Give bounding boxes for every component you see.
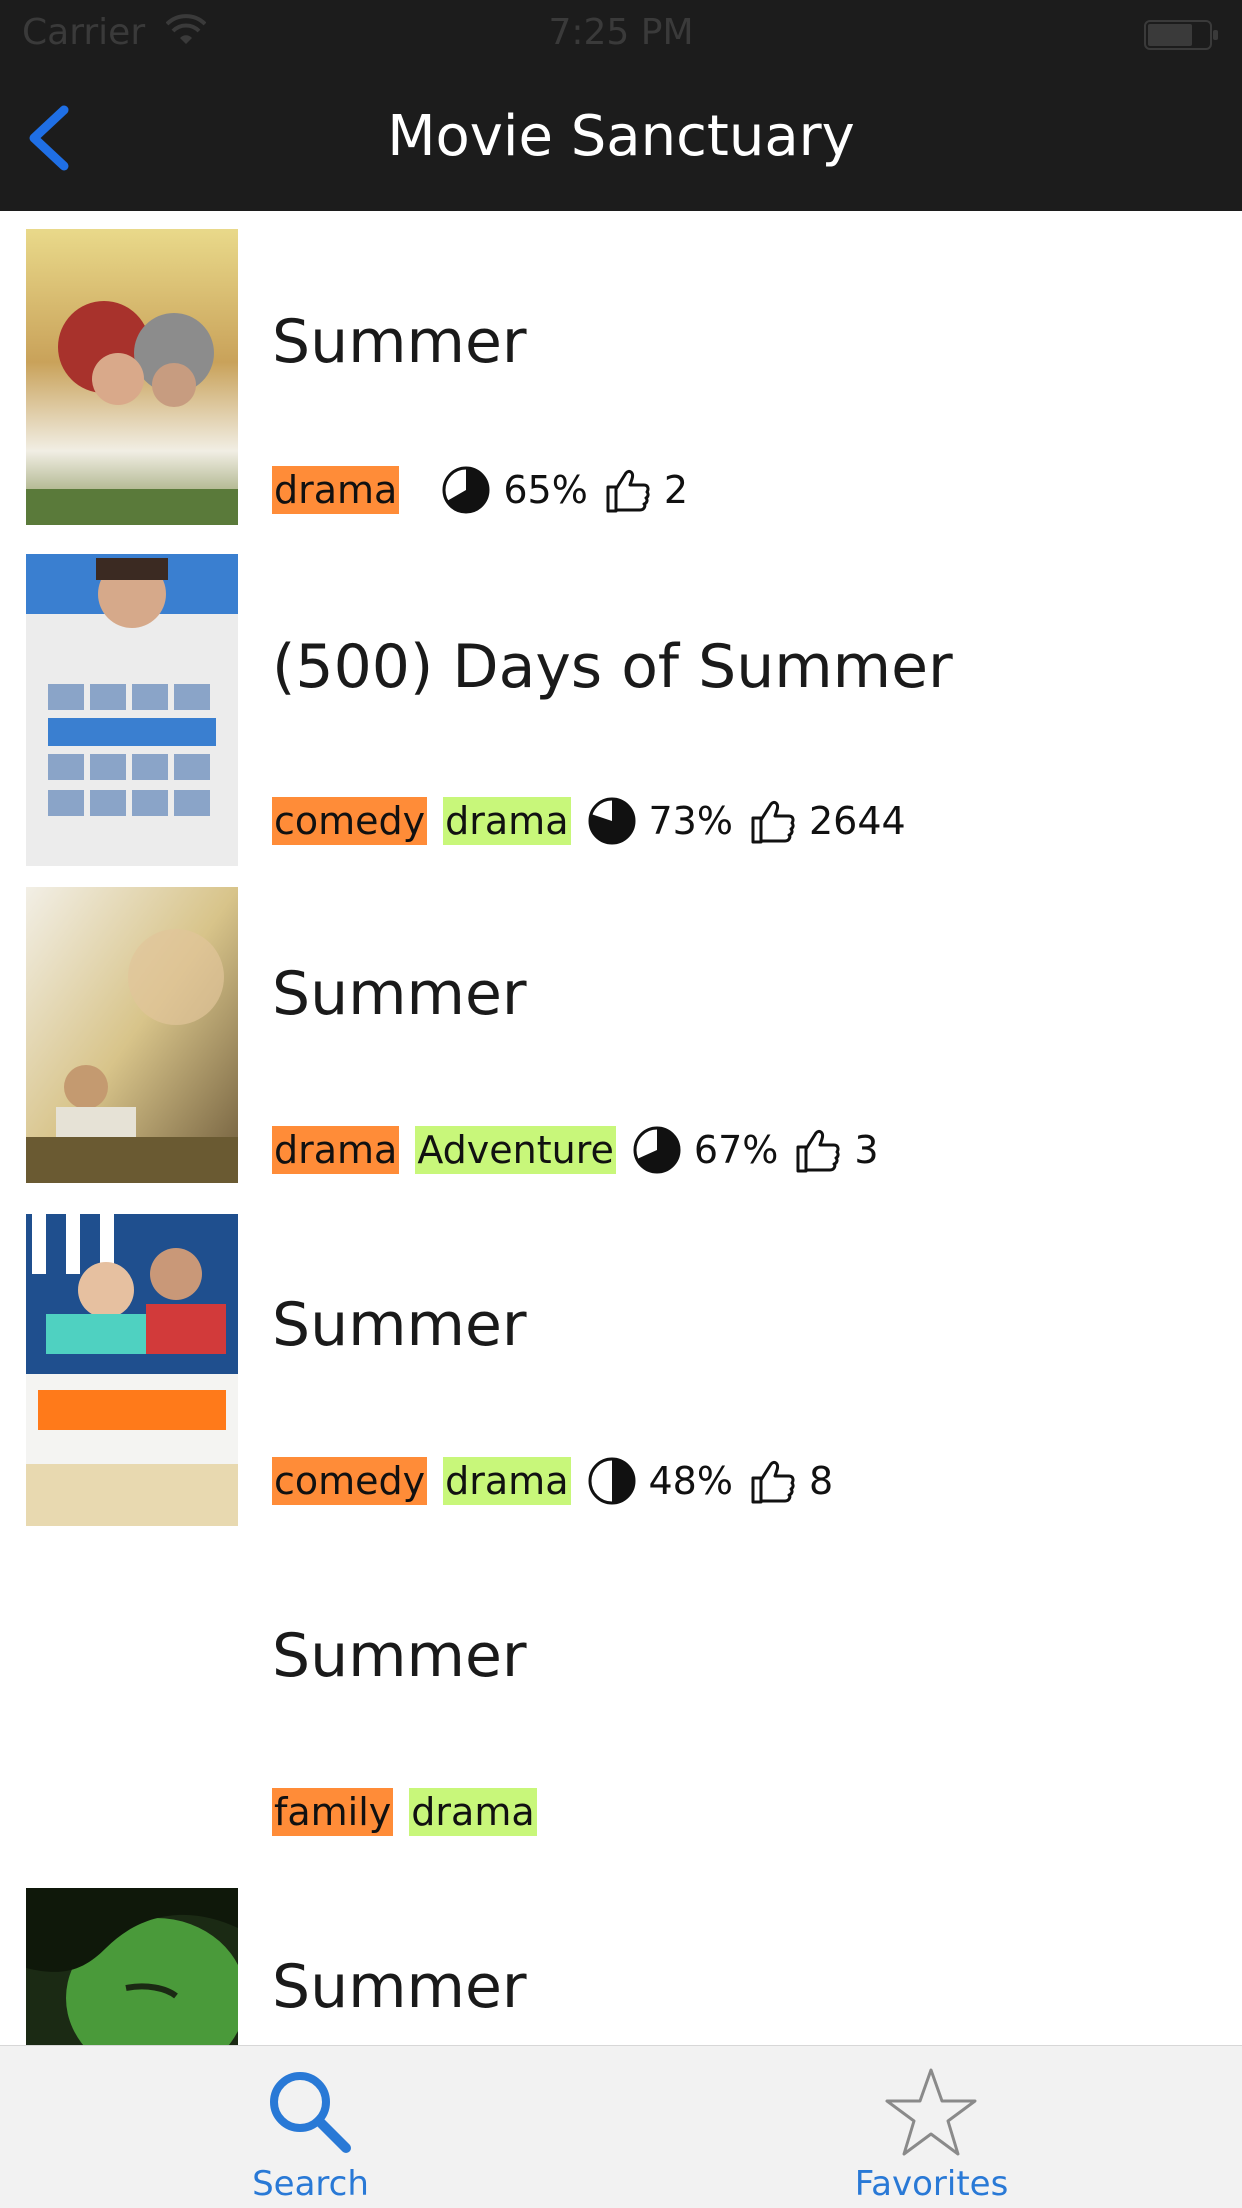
summer-poster-3 [26,887,238,1183]
movie-row[interactable]: Summer family drama [0,1535,1242,1866]
genre-tag: family [272,1788,394,1836]
status-time: 7:25 PM [548,12,694,53]
movie-row[interactable]: Summer drama Adventure 67% 3 [0,873,1242,1204]
500-days-of-summer-poster [26,554,238,866]
navigation-bar: Movie Sanctuary [0,66,1242,211]
thumbs-up-icon [606,469,650,513]
genre-tag: drama [272,1126,400,1174]
star-icon [885,2068,977,2156]
movie-row[interactable]: Summer drama 65% 2 [0,211,1242,542]
movie-meta: drama Adventure 67% 3 [272,1125,893,1175]
movie-meta: family drama [272,1787,553,1837]
rating-value: 67% [693,1128,779,1172]
rating-pie-icon [588,797,635,845]
movie-meta: drama 65% 2 [272,465,702,515]
tab-search[interactable]: Search [0,2046,621,2208]
movie-row[interactable]: (500) Days of Summer comedy drama 73% 26… [0,542,1242,873]
movie-row[interactable]: Summer comedy drama 48% 8 [0,1204,1242,1535]
likes-count: 8 [808,1459,834,1503]
movie-title: Summer [272,1290,527,1360]
rating-pie-icon [633,1126,681,1174]
tab-favorites[interactable]: Favorites [621,2046,1242,2208]
movie-row[interactable]: Summer [0,1866,1242,2045]
thumbs-up-icon [796,1129,840,1173]
tab-label: Favorites [854,2164,1009,2204]
likes-count: 2 [663,468,688,512]
thumbs-up-icon [751,800,795,844]
rating-pie-icon [588,1457,635,1505]
movie-title: Summer [272,1952,527,2022]
summer-poster-green [26,1888,238,2045]
movie-title: Summer [272,959,527,1029]
tab-label: Search [252,2164,369,2204]
genre-tag: drama [443,797,571,845]
movie-title: (500) Days of Summer [272,632,953,702]
genre-tag: Adventure [415,1126,616,1174]
rating-value: 73% [648,799,733,843]
page-title: Movie Sanctuary [387,104,855,169]
movie-meta: comedy drama 48% 8 [272,1456,847,1506]
genre-tag: comedy [272,797,428,845]
sommer-poster [26,1214,238,1526]
rating-value: 48% [648,1459,733,1503]
search-icon [270,2072,351,2153]
genre-tag: drama [443,1457,571,1505]
status-bar: Carrier 7:25 PM [0,0,1242,66]
genre-tag: comedy [272,1457,428,1505]
rating-pie-icon [442,466,490,514]
genre-tag: drama [409,1788,537,1836]
top-bar: Carrier 7:25 PM Movie Sanctuary [0,0,1242,211]
movie-title: Summer [272,1621,527,1691]
tab-bar: Search Favorites [0,2045,1242,2208]
battery-icon [1144,20,1218,50]
movie-list[interactable]: Summer drama 65% 2 (500) Days of Summer … [0,211,1242,2045]
genre-tag: drama [272,466,400,514]
rating-value: 65% [503,468,588,512]
movie-title: Summer [272,307,527,377]
likes-count: 3 [854,1128,879,1172]
summer-poster-1 [26,229,238,525]
thumbs-up-icon [751,1460,795,1504]
movie-meta: comedy drama 73% 2644 [272,796,920,846]
likes-count: 2644 [808,799,906,843]
